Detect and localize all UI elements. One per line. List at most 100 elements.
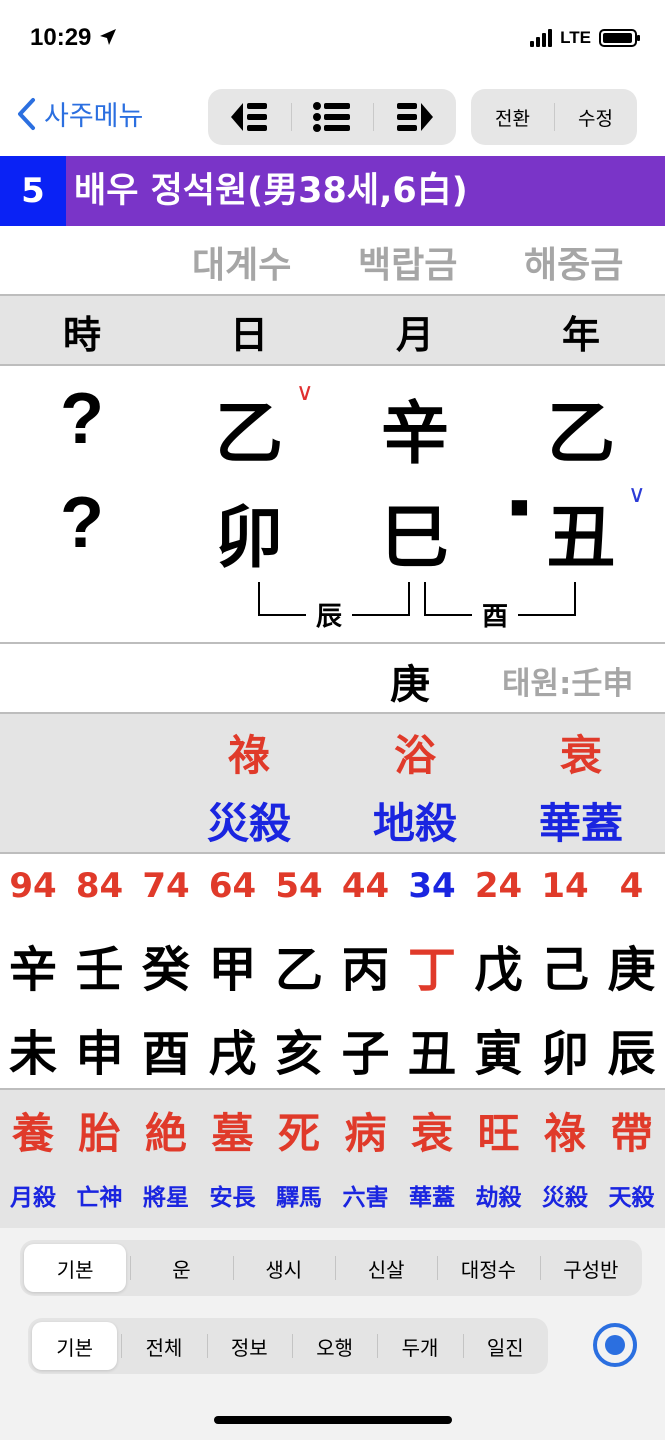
switch-button[interactable]: 전환: [471, 89, 554, 145]
napeum-year: 해중금: [524, 245, 624, 286]
luck-stem[interactable]: 甲: [200, 930, 266, 1000]
luck-spirit: 安長: [209, 1185, 256, 1211]
edit-button[interactable]: 수정: [554, 89, 637, 145]
display-tabs: 기본 전체 정보 오행 두개 일진: [28, 1318, 548, 1374]
action-control: 전환 수정: [471, 89, 637, 145]
home-indicator: [214, 1416, 452, 1424]
divider: [0, 642, 665, 644]
stem-month[interactable]: 辛: [365, 378, 465, 477]
luck-spirit: 驛馬: [276, 1185, 322, 1211]
luck-branch[interactable]: 申: [67, 1014, 133, 1084]
luck-spirit: 六害: [342, 1185, 389, 1211]
luck-stem[interactable]: 辛: [0, 930, 66, 1000]
tab-display-all[interactable]: 전체: [121, 1318, 206, 1374]
check-mark-icon: ∨: [296, 378, 314, 406]
status-indicators: LTE: [530, 28, 640, 48]
hidden-branch-1: 辰: [306, 596, 353, 633]
view-tabs: 기본 운 생시 신살 대정수 구성반: [20, 1240, 642, 1296]
tab-display-basic[interactable]: 기본: [32, 1322, 118, 1370]
header-day: 日: [229, 313, 268, 357]
record-nav-control: [208, 89, 456, 145]
luck-stage: 胎: [78, 1109, 121, 1158]
luck-branch[interactable]: 丑: [399, 1014, 465, 1084]
header-hour: 時: [62, 313, 101, 357]
tab-display-daily[interactable]: 일진: [462, 1318, 548, 1374]
spirit-day: 災殺: [206, 799, 291, 848]
stem-hour[interactable]: ?: [32, 378, 132, 460]
luck-stem[interactable]: 戊: [466, 930, 532, 1000]
luck-branch[interactable]: 亥: [266, 1014, 332, 1084]
header-year: 年: [561, 313, 600, 357]
divider: [0, 364, 665, 366]
stem-year[interactable]: 乙: [531, 378, 631, 477]
tab-gusungban[interactable]: 구성반: [539, 1240, 642, 1296]
luck-stem[interactable]: 癸: [133, 930, 199, 1000]
luck-stage: 旺: [477, 1109, 520, 1158]
luck-spirit: 亡神: [76, 1185, 123, 1211]
stage-day: 祿: [227, 731, 270, 780]
luck-spirit: 月殺: [10, 1185, 56, 1211]
luck-stem[interactable]: 庚: [599, 930, 665, 1000]
hidden-branch-2: 酉: [472, 596, 519, 633]
luck-branch[interactable]: 未: [0, 1014, 66, 1084]
extra-stem: 庚: [390, 662, 430, 708]
luck-age: 74: [142, 866, 190, 906]
branch-hour[interactable]: ?: [32, 482, 132, 564]
luck-stem[interactable]: 己: [532, 930, 598, 1000]
luck-age: 44: [341, 866, 390, 906]
luck-branch[interactable]: 辰: [599, 1014, 665, 1084]
previous-icon: [231, 103, 268, 131]
tab-display-info[interactable]: 정보: [206, 1318, 292, 1374]
luck-age: 84: [75, 866, 124, 906]
luck-spirit: 天殺: [608, 1185, 655, 1211]
luck-spirit: 災殺: [542, 1185, 588, 1211]
luck-age: 24: [474, 866, 523, 906]
stem-day[interactable]: 乙: [199, 378, 299, 477]
location-arrow-icon: [100, 29, 117, 45]
radio-dot-icon: [605, 1335, 625, 1355]
luck-branch[interactable]: 戌: [200, 1014, 266, 1084]
luck-branch[interactable]: 寅: [466, 1014, 532, 1084]
list-button[interactable]: [290, 89, 374, 145]
luck-stem[interactable]: 丙: [333, 930, 399, 1000]
tab-fortune[interactable]: 운: [130, 1240, 232, 1296]
signal-icon: [530, 29, 553, 47]
status-time: 10:29: [30, 24, 118, 52]
list-icon: [313, 102, 350, 132]
luck-stem[interactable]: 壬: [67, 930, 133, 1000]
stage-year: 衰: [559, 731, 602, 780]
tab-spirits[interactable]: 신살: [334, 1240, 437, 1296]
radio-button[interactable]: [593, 1323, 637, 1367]
napeum-month: 백랍금: [358, 245, 458, 286]
divider: [0, 712, 665, 714]
chevron-left-icon: [18, 97, 35, 130]
spirit-month: 地殺: [372, 799, 457, 848]
branch-year[interactable]: 丑: [531, 482, 631, 581]
luck-branch[interactable]: 卯: [532, 1014, 598, 1084]
next-button[interactable]: [373, 89, 456, 145]
luck-age: 14: [541, 866, 589, 906]
tab-display-five-elements[interactable]: 오행: [291, 1318, 377, 1374]
luck-age: 54: [275, 866, 323, 906]
luck-stage: 死: [277, 1109, 320, 1158]
luck-stem[interactable]: 丁: [399, 930, 465, 1000]
luck-stage: 墓: [211, 1109, 254, 1158]
back-button[interactable]: 사주메뉴: [16, 94, 143, 133]
tab-display-two[interactable]: 두개: [377, 1318, 462, 1374]
tab-basic[interactable]: 기본: [24, 1244, 127, 1292]
luck-stage: 病: [344, 1109, 387, 1158]
luck-age: 64: [208, 866, 257, 906]
luck-stem[interactable]: 乙: [266, 930, 332, 1000]
tab-birth-time[interactable]: 생시: [232, 1240, 335, 1296]
record-number: 5: [0, 156, 66, 226]
luck-branch[interactable]: 酉: [133, 1014, 199, 1084]
luck-branch[interactable]: 子: [333, 1014, 399, 1084]
spirit-year: 華蓋: [538, 799, 623, 848]
luck-spirit: 華蓋: [409, 1185, 455, 1211]
check-mark-icon: ∨: [628, 480, 646, 508]
tab-daejeongsu[interactable]: 대정수: [437, 1240, 539, 1296]
branch-month[interactable]: 巳: [365, 482, 465, 581]
luck-stage: 絶: [144, 1109, 187, 1158]
branch-day[interactable]: 卯: [199, 482, 299, 581]
previous-button[interactable]: [208, 89, 291, 145]
